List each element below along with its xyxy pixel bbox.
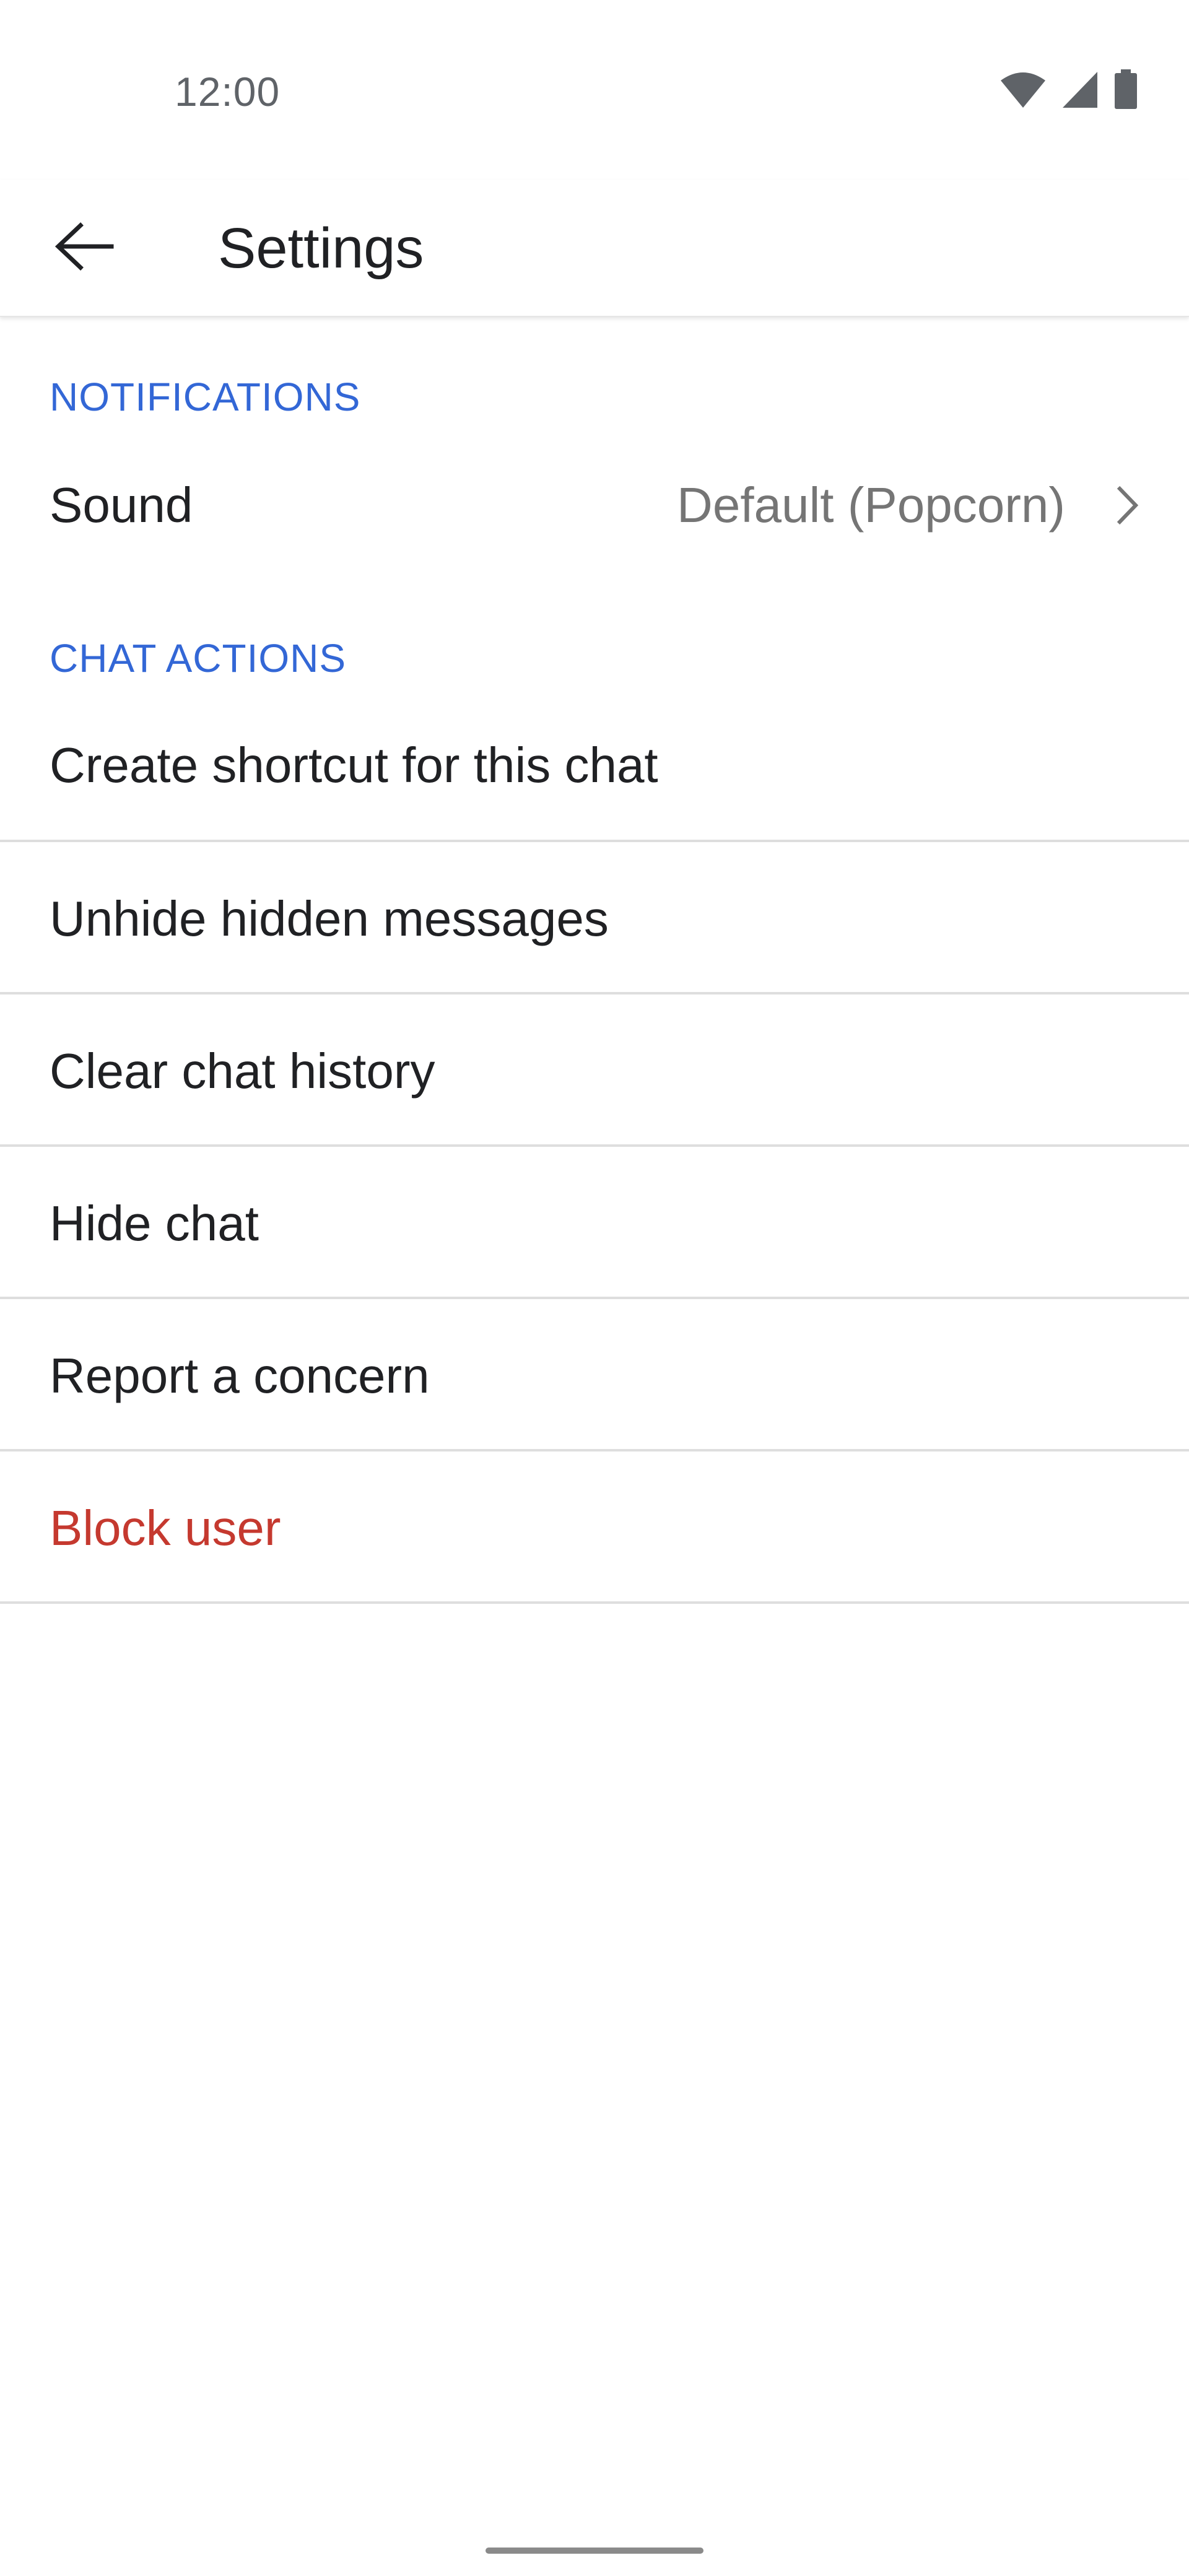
app-bar: Settings — [0, 180, 1189, 317]
block-user-row[interactable]: Block user — [0, 1451, 1189, 1601]
arrow-back-icon — [53, 222, 115, 274]
status-icons — [1000, 69, 1138, 110]
divider — [0, 1601, 1189, 1604]
clear-chat-history-row[interactable]: Clear chat history — [0, 994, 1189, 1144]
sound-setting-row[interactable]: Sound Default (Popcorn) — [0, 459, 1189, 552]
hide-chat-row[interactable]: Hide chat — [0, 1147, 1189, 1297]
section-header-chat-actions: CHAT ACTIONS — [50, 636, 347, 681]
sound-label: Sound — [50, 477, 193, 533]
report-concern-label: Report a concern — [50, 1348, 430, 1403]
create-shortcut-label: Create shortcut for this chat — [50, 738, 658, 793]
report-concern-row[interactable]: Report a concern — [0, 1299, 1189, 1449]
hide-chat-label: Hide chat — [50, 1196, 259, 1251]
wifi-icon — [1000, 71, 1047, 109]
cellular-signal-icon — [1061, 71, 1099, 109]
create-shortcut-row[interactable]: Create shortcut for this chat — [0, 711, 1189, 841]
unhide-hidden-messages-row[interactable]: Unhide hidden messages — [0, 842, 1189, 992]
section-header-notifications: NOTIFICATIONS — [50, 375, 361, 419]
clear-chat-history-label: Clear chat history — [50, 1043, 435, 1099]
chevron-right-icon — [1110, 476, 1144, 535]
unhide-hidden-messages-label: Unhide hidden messages — [50, 891, 609, 946]
settings-screen: 12:00 Settings NOTIFICATIONS Sound Defau… — [0, 0, 1189, 2576]
page-title: Settings — [218, 217, 424, 280]
block-user-label: Block user — [50, 1500, 281, 1556]
sound-value: Default (Popcorn) — [677, 477, 1065, 533]
status-bar: 12:00 — [0, 0, 1189, 180]
back-button[interactable] — [35, 204, 134, 291]
status-time: 12:00 — [175, 69, 281, 115]
home-indicator[interactable] — [486, 2548, 703, 2554]
battery-icon — [1113, 69, 1138, 110]
